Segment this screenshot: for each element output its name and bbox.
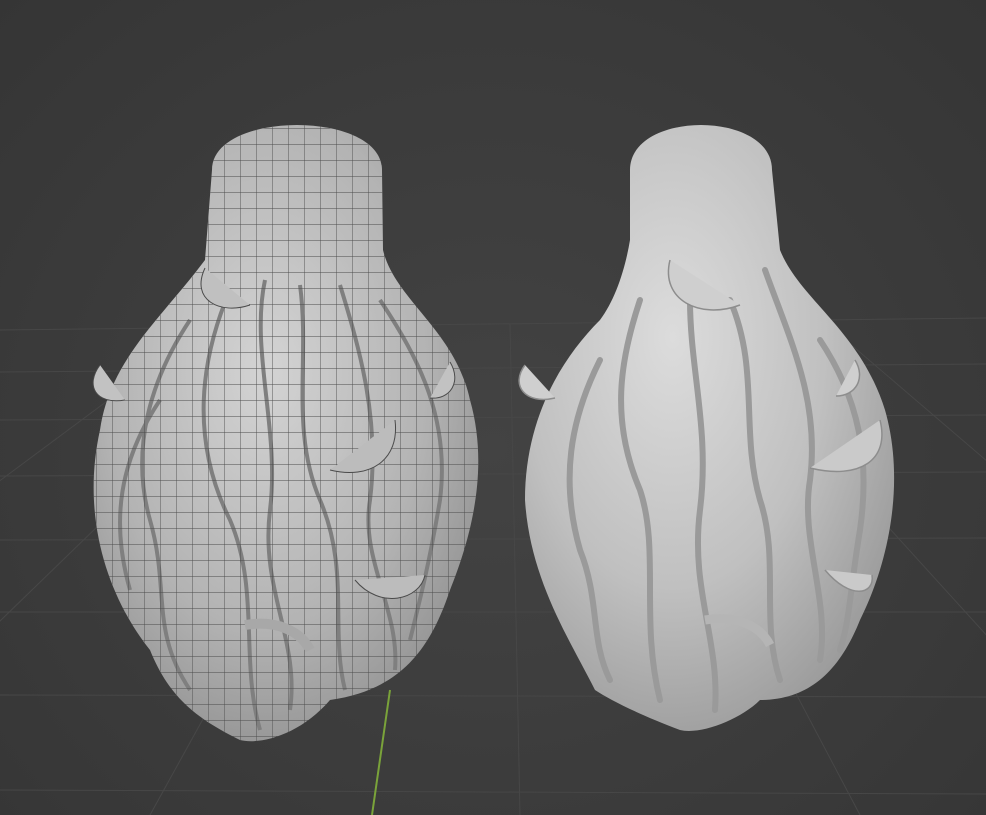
3d-viewport[interactable] [0,0,986,815]
hair-mesh-wireframe[interactable] [70,110,490,760]
viewport-scene [0,110,986,815]
hair-mesh-smooth[interactable] [518,125,895,731]
y-axis-line [371,689,391,815]
